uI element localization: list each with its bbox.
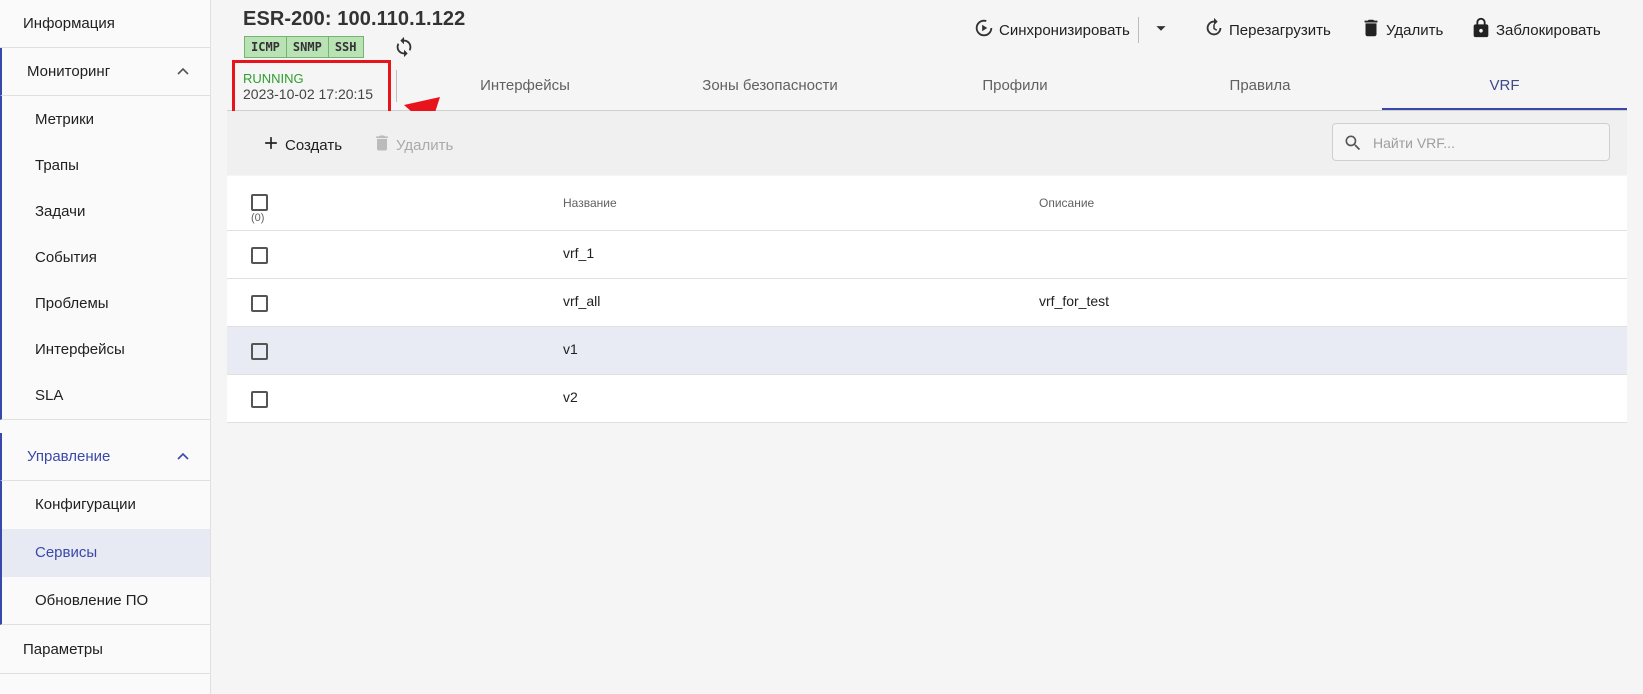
selected-count: (0) xyxy=(251,212,265,224)
tab-vrf[interactable]: VRF xyxy=(1382,61,1627,110)
sidebar-item-events[interactable]: События xyxy=(0,234,210,282)
tab-label: Профили xyxy=(982,77,1048,94)
row-checkbox[interactable] xyxy=(251,391,268,408)
sidebar-item-label: Проблемы xyxy=(35,295,109,312)
sidebar-item-configurations[interactable]: Конфигурации xyxy=(0,481,210,529)
sync-label: Синхронизировать xyxy=(999,21,1130,39)
delete-device-label: Удалить xyxy=(1386,21,1444,39)
sidebar-item-label: Интерфейсы xyxy=(35,341,125,358)
tab-interfaces[interactable]: Интерфейсы xyxy=(420,61,630,110)
sync-dropdown-button[interactable] xyxy=(1150,18,1172,42)
trash-icon xyxy=(372,133,392,157)
lock-icon xyxy=(1470,17,1492,43)
delete-device-button[interactable]: Удалить xyxy=(1360,18,1443,42)
vrf-search xyxy=(1332,123,1610,161)
table-header: (0) Название Описание xyxy=(227,176,1627,231)
sidebar-item-label: SLA xyxy=(35,387,64,404)
badge-ssh: SSH xyxy=(328,36,364,58)
divider xyxy=(1138,17,1139,43)
sidebar-item-label: Параметры xyxy=(23,641,103,658)
sidebar-item-problems[interactable]: Проблемы xyxy=(0,280,210,328)
search-input[interactable] xyxy=(1371,130,1600,156)
sidebar-item-label: Задачи xyxy=(35,203,86,220)
vrf-table: (0) Название Описание vrf_1 vrf_all vrf_… xyxy=(227,176,1627,423)
chevron-up-icon xyxy=(176,48,190,96)
row-checkbox[interactable] xyxy=(251,295,268,312)
caret-down-icon xyxy=(1150,17,1172,43)
reboot-label: Перезагрузить xyxy=(1229,21,1331,39)
badge-snmp: SNMP xyxy=(286,36,329,58)
lock-label: Заблокировать xyxy=(1496,21,1601,39)
device-title: ESR-200: 100.110.1.122 xyxy=(243,8,466,30)
cell-name: v2 xyxy=(563,389,578,405)
sidebar-item-label: Трапы xyxy=(35,157,79,174)
sync-button[interactable]: Синхронизировать xyxy=(973,18,1130,42)
sidebar-group-label: Мониторинг xyxy=(27,63,111,80)
table-row[interactable]: v2 xyxy=(227,375,1627,423)
sidebar-item-label: Информация xyxy=(23,15,115,32)
trash-icon xyxy=(1360,17,1382,43)
tab-label: Зоны безопасности xyxy=(702,77,838,94)
sidebar-item-sla[interactable]: SLA xyxy=(0,372,210,420)
divider xyxy=(396,70,397,102)
create-button[interactable]: Создать xyxy=(261,133,342,157)
sidebar-item-tasks[interactable]: Задачи xyxy=(0,188,210,236)
sidebar-item-metrics[interactable]: Метрики xyxy=(0,96,210,144)
sync-icon xyxy=(973,17,995,43)
cell-name: vrf_all xyxy=(563,293,601,309)
sidebar-item-services[interactable]: Сервисы xyxy=(0,529,210,577)
badge-icmp: ICMP xyxy=(244,36,287,58)
column-header-name[interactable]: Название xyxy=(563,196,617,210)
annotation-box xyxy=(232,60,391,114)
create-label: Создать xyxy=(285,136,343,154)
sidebar-item-params[interactable]: Параметры xyxy=(0,626,210,674)
column-header-description[interactable]: Описание xyxy=(1039,196,1094,210)
sidebar-item-label: Метрики xyxy=(35,111,95,128)
sidebar-item-firmware-update[interactable]: Обновление ПО xyxy=(0,577,210,625)
select-all-checkbox[interactable] xyxy=(251,194,268,211)
lock-button[interactable]: Заблокировать xyxy=(1470,17,1601,43)
sidebar-item-label: Конфигурации xyxy=(35,496,136,513)
tab-label: Интерфейсы xyxy=(480,77,570,94)
tab-profiles[interactable]: Профили xyxy=(920,61,1110,110)
delete-vrf-button[interactable]: Удалить xyxy=(372,133,453,157)
row-checkbox[interactable] xyxy=(251,343,268,360)
cell-name: vrf_1 xyxy=(563,245,595,261)
sidebar-item-info[interactable]: Информация xyxy=(0,0,210,48)
table-row[interactable]: v1 xyxy=(227,327,1627,375)
sidebar-group-management[interactable]: Управление xyxy=(0,433,210,481)
tab-label: VRF xyxy=(1489,77,1520,94)
reboot-button[interactable]: Перезагрузить xyxy=(1203,17,1331,43)
table-row[interactable]: vrf_1 xyxy=(227,231,1627,279)
protocol-badges: ICMP SNMP SSH xyxy=(244,36,364,58)
chevron-up-icon xyxy=(176,433,190,481)
sidebar-item-label: Сервисы xyxy=(35,544,98,561)
row-checkbox[interactable] xyxy=(251,247,268,264)
sidebar-item-traps[interactable]: Трапы xyxy=(0,142,210,190)
delete-vrf-label: Удалить xyxy=(396,136,454,154)
sidebar-item-label: Обновление ПО xyxy=(35,592,149,609)
plus-icon xyxy=(261,133,281,157)
tab-rules[interactable]: Правила xyxy=(1160,61,1360,110)
refresh-icon[interactable] xyxy=(393,36,415,58)
cell-description: vrf_for_test xyxy=(1039,293,1110,309)
tab-label: Правила xyxy=(1229,77,1291,94)
sidebar-item-label: События xyxy=(35,249,97,266)
sidebar-group-label: Управление xyxy=(27,448,111,465)
cell-name: v1 xyxy=(563,341,578,357)
tab-security-zones[interactable]: Зоны безопасности xyxy=(660,61,880,110)
table-row[interactable]: vrf_all vrf_for_test xyxy=(227,279,1627,327)
sidebar: Информация Мониторинг Метрики Трапы Зада… xyxy=(0,0,211,694)
sidebar-item-interfaces[interactable]: Интерфейсы xyxy=(0,326,210,374)
sidebar-group-monitoring[interactable]: Мониторинг xyxy=(0,48,210,96)
reboot-icon xyxy=(1203,17,1225,43)
